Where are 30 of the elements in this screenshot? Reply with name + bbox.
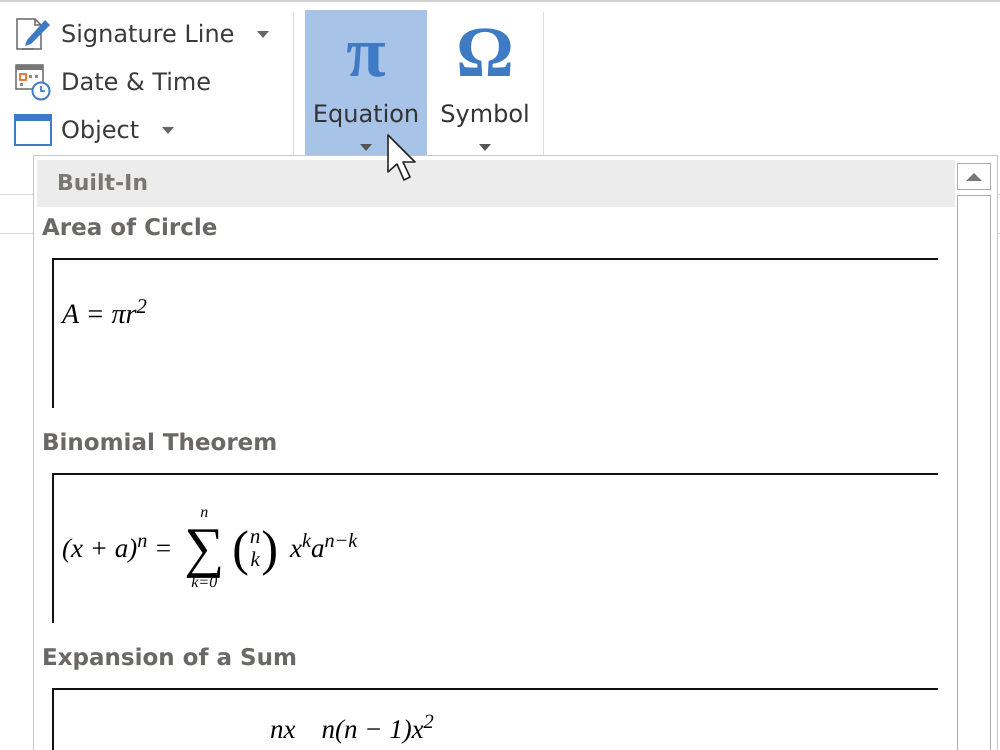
limit-text: n: [200, 505, 208, 521]
scrollbar-track[interactable]: [957, 195, 991, 750]
item-title: Binomial Theorem: [41, 429, 278, 458]
scroll-up-button[interactable]: [957, 163, 991, 190]
caret-icon: [360, 144, 372, 151]
calendar-clock-icon: [14, 63, 52, 101]
caret-icon: [257, 30, 270, 38]
ribbon-button[interactable]: π Equation: [305, 10, 427, 155]
up-triangle-icon: [966, 172, 982, 180]
parenthesis: ): [261, 519, 278, 577]
equation-preview[interactable]: nx n(n − 1)x$^{2}$: [52, 688, 938, 750]
equation-text: (x + a)$^{n}$ =: [62, 528, 172, 565]
caret-icon: [479, 144, 491, 151]
equation-text: n: [250, 525, 260, 548]
item-title: Area of Circle: [41, 214, 218, 243]
ribbon-button[interactable]: Object: [12, 114, 140, 146]
item-title: Expansion of a Sum: [41, 644, 297, 673]
equation-text: nx: [270, 714, 296, 744]
equation-text: A = πr$^{2}$: [62, 299, 147, 330]
equation-preview[interactable]: A = πr$^{2}$: [52, 258, 938, 408]
section-header: Built-In: [37, 160, 955, 207]
signature-icon: [14, 16, 52, 52]
ribbon-button[interactable]: Date & Time: [12, 63, 212, 101]
parenthesis: (: [232, 519, 249, 577]
ribbon-button[interactable]: Signature Line: [12, 16, 236, 52]
window-icon: [14, 114, 52, 146]
equation-text: k: [250, 548, 260, 571]
equation-text: n(n − 1)x$^{2}$: [321, 714, 434, 744]
caret-icon: [162, 126, 174, 134]
equation-text: x$^{k}$a$^{n−k}$: [290, 528, 358, 565]
